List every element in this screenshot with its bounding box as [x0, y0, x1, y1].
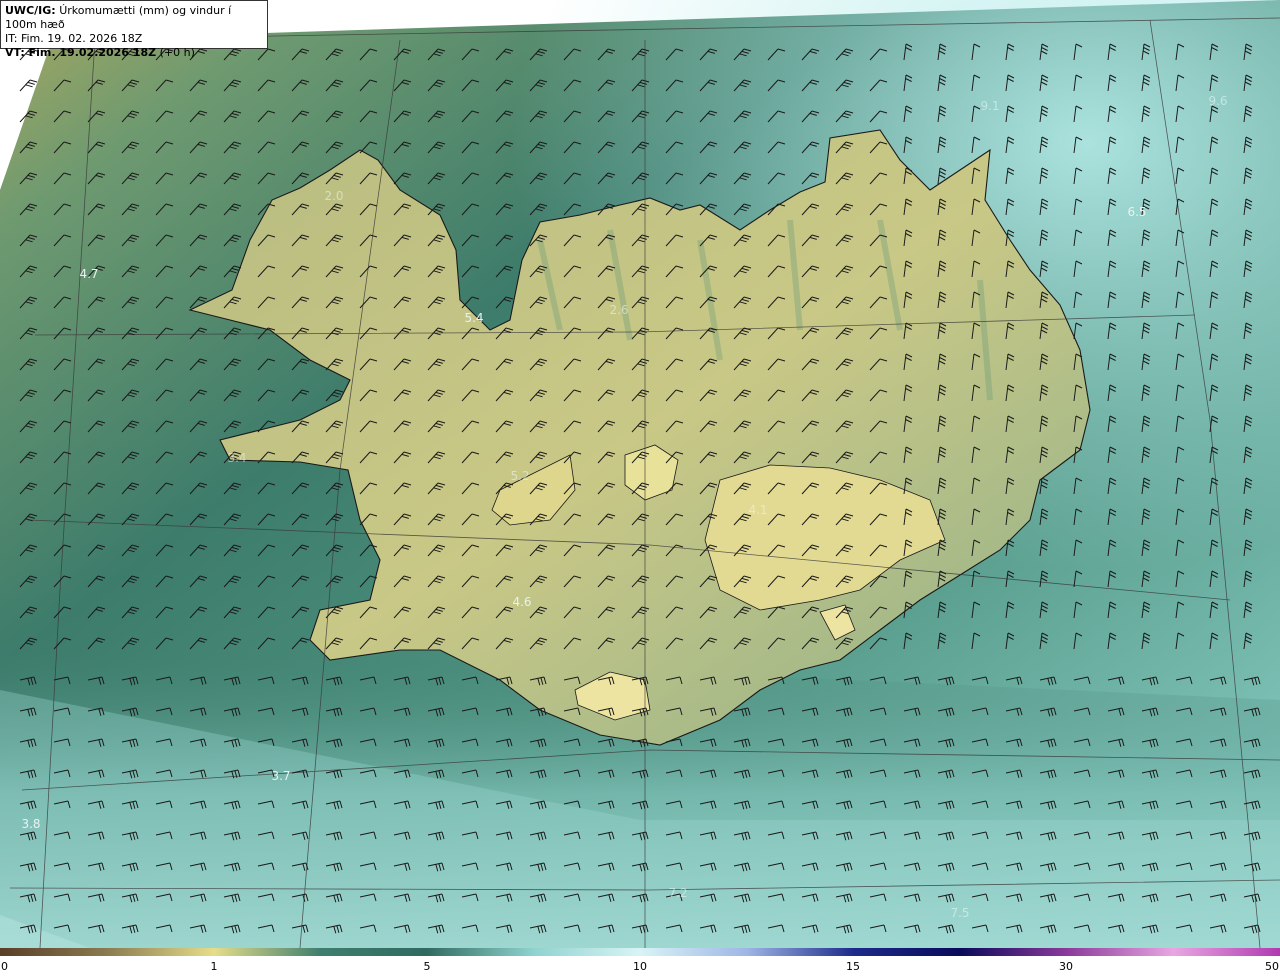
value-label: 2.6	[609, 303, 629, 317]
value-label: 5.2	[510, 469, 530, 483]
valid-time: VT: Fim. 19.02.2026 18Z	[5, 46, 157, 59]
value-label: 3.8	[21, 817, 41, 831]
issue-time: IT: Fim. 19. 02. 2026 18Z	[5, 32, 143, 45]
value-label: 6.5	[1127, 205, 1147, 219]
colorbar-tick: 30	[1059, 960, 1073, 973]
value-label: 9.1	[980, 99, 1000, 113]
valid-time-line: VT: Fim. 19.02.2026 18Z (+0 h)	[5, 46, 263, 60]
value-label: 4.1	[748, 503, 768, 517]
model-name: UWC/IG:	[5, 4, 56, 17]
value-label: 3.4	[227, 451, 247, 465]
colorbar-tick: 5	[423, 960, 431, 973]
value-label: 2.0	[324, 189, 344, 203]
value-label: 4.6	[512, 595, 532, 609]
value-label: 5.4	[464, 311, 484, 325]
colorbar-scale	[0, 948, 1280, 956]
value-label: 7.5	[950, 906, 970, 920]
precipitation-wind-map	[0, 0, 1280, 948]
colorbar: 0 1 5 10 15 30 50	[0, 948, 1280, 978]
value-label: 4.7	[79, 267, 99, 281]
map-title-line: UWC/IG: Úrkomumætti (mm) og vindur í 100…	[5, 4, 263, 32]
value-label: 7.2	[668, 886, 688, 900]
forecast-offset: (+0 h)	[159, 46, 195, 59]
value-label: 3.7	[271, 769, 291, 783]
colorbar-tick: 50	[1265, 960, 1279, 973]
colorbar-tick: 1	[210, 960, 218, 973]
colorbar-tick: 0	[1, 960, 8, 973]
colorbar-tick: 10	[633, 960, 647, 973]
value-label: 9.6	[1208, 94, 1228, 108]
colorbar-tick: 15	[846, 960, 860, 973]
map-info-box: UWC/IG: Úrkomumætti (mm) og vindur í 100…	[0, 0, 268, 59]
